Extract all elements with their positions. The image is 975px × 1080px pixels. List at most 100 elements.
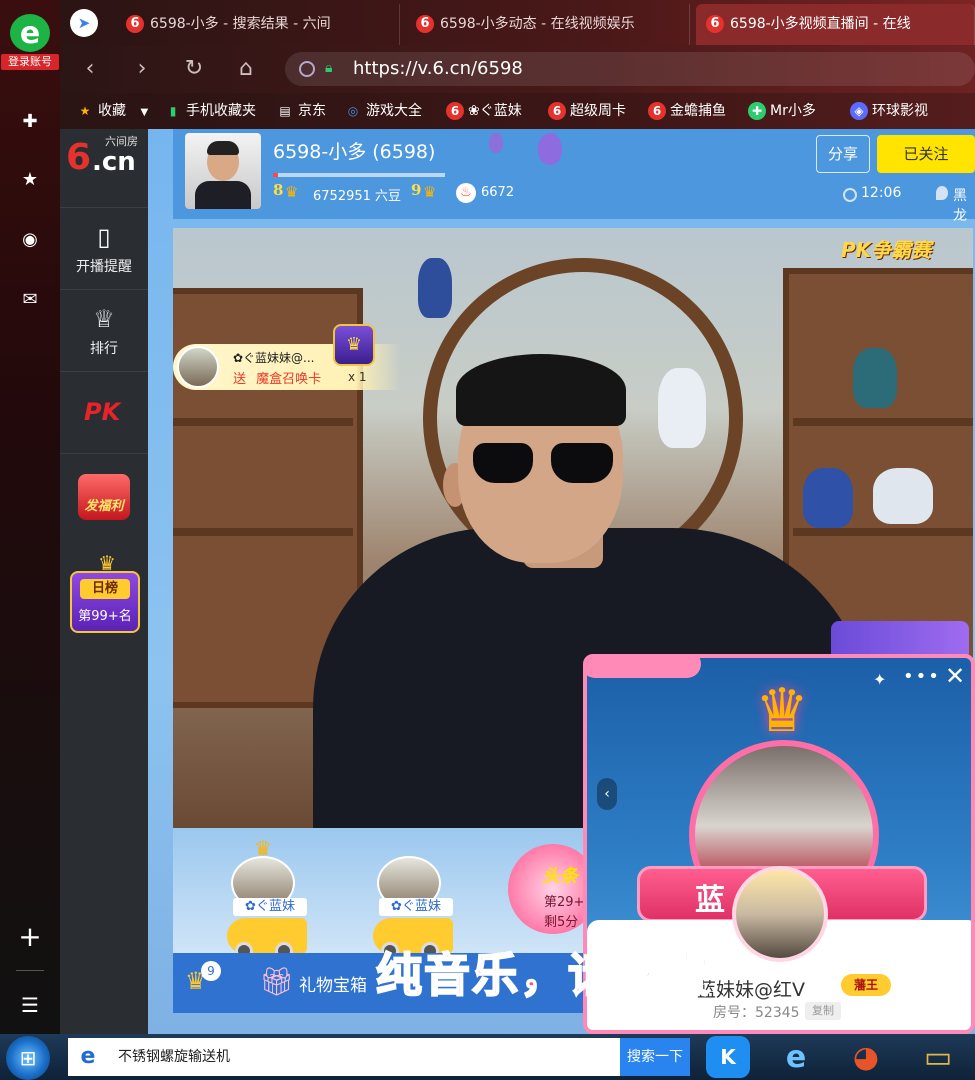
- crown-icon: ♕: [93, 305, 115, 333]
- shelf: [793, 418, 973, 426]
- site-nav: 6 .cn 六间房 ▯ 开播提醒 ♕ 排行 PK 发福利 ♛ 日榜 第99+名: [60, 129, 148, 1034]
- headline-title: 头条: [542, 866, 578, 887]
- browser-logo-icon[interactable]: e: [10, 14, 50, 52]
- tab-search-results[interactable]: 6 6598-小多 - 搜索结果 - 六间: [116, 4, 400, 45]
- bookmark-label: 环球影视: [872, 103, 928, 119]
- nav-label: 开播提醒: [76, 259, 132, 275]
- tab-anchor-feed[interactable]: 6 6598-小多动态 - 在线视频娱乐: [406, 4, 690, 45]
- nav-pk[interactable]: PK: [60, 371, 148, 453]
- tab-strip: ➤ 6 6598-小多 - 搜索结果 - 六间 6 6598-小多动态 - 在线…: [60, 0, 975, 45]
- vase: [853, 348, 897, 408]
- headline-rank: 第29+: [544, 895, 585, 910]
- ribbon-decoration: [587, 658, 701, 678]
- bookmark-fishing[interactable]: 6 金蟾捕鱼: [648, 93, 726, 129]
- tab-label: 6598-小多 - 搜索结果 - 六间: [150, 16, 331, 32]
- pk-logo: PK: [84, 398, 121, 426]
- back-icon[interactable]: ‹: [76, 55, 104, 83]
- tab-live-room[interactable]: 6 6598-小多视频直播间 - 在线: [696, 4, 975, 45]
- share-button[interactable]: 分享: [816, 135, 870, 173]
- daily-rank-card[interactable]: ♛ 日榜 第99+名: [70, 553, 140, 633]
- close-icon[interactable]: ✕: [943, 664, 967, 688]
- six-room-icon: 6: [126, 15, 144, 33]
- site-logo-cn: .cn: [92, 147, 136, 177]
- navigation-arrow-icon[interactable]: ➤: [70, 9, 98, 37]
- bookmark-label: 游戏大全: [366, 103, 422, 119]
- seat-name: ✿ぐ蓝妹: [379, 898, 453, 916]
- crown-icon: ♛: [423, 183, 437, 201]
- anchor-header: 6598-小多 (6598) 8 ♛ 6752951 六豆 9 ♛ ♨ 6672…: [173, 129, 975, 244]
- gift-box-icon: 🎁︎: [259, 965, 295, 998]
- gift-notice: ✿ぐ蓝妹妹@... 送 魔盒召唤卡 ♛ x 1: [173, 324, 401, 390]
- plus-cross-app-icon[interactable]: ✚: [15, 106, 45, 136]
- shelf: [173, 528, 353, 536]
- balloon-decoration: [538, 133, 562, 165]
- nav-live-reminder[interactable]: ▯ 开播提醒: [60, 207, 148, 289]
- user-avatar[interactable]: [732, 866, 828, 962]
- bookmark-mr-xiaoduo[interactable]: ✚ Mr小多: [748, 93, 816, 129]
- gift-box-button[interactable]: 礼物宝箱: [299, 971, 367, 996]
- home-icon[interactable]: ⌂: [232, 55, 260, 83]
- bookmark-mobile[interactable]: ▮ 手机收藏夹: [164, 93, 256, 129]
- seat-slot[interactable]: ♛ ✿ぐ蓝妹: [203, 838, 323, 960]
- chevron-left-icon[interactable]: ‹: [597, 778, 617, 810]
- sender-avatar[interactable]: [177, 346, 219, 388]
- nav-welfare[interactable]: 发福利: [60, 453, 148, 535]
- more-icon[interactable]: •••: [903, 666, 939, 687]
- anchor-name[interactable]: 6598-小多 (6598): [273, 137, 435, 164]
- popularity-count: 6672: [481, 185, 515, 200]
- pk-contest-badge[interactable]: PK争霸赛: [841, 234, 931, 263]
- copy-room-button[interactable]: 复制: [805, 1002, 841, 1020]
- location-icon: [936, 186, 948, 200]
- chevron-down-icon[interactable]: ▼: [140, 107, 148, 118]
- bookmark-weekly-card[interactable]: 6 超级周卡: [548, 93, 626, 129]
- anchor-hair: [456, 354, 626, 426]
- sunglasses-left: [473, 443, 533, 483]
- crown-icon: ♛: [285, 183, 299, 201]
- nav-ranking[interactable]: ♕ 排行: [60, 289, 148, 371]
- address-bar[interactable]: 🔒︎ https://v.6.cn/6598: [285, 52, 975, 86]
- bookmark-favorites[interactable]: ★ 收藏 ▼: [76, 93, 149, 129]
- star-app-icon[interactable]: ★: [15, 164, 45, 194]
- explorer-app-icon[interactable]: ▭: [912, 1036, 964, 1078]
- search-input[interactable]: 不锈钢螺旋输送机: [118, 1038, 230, 1076]
- login-account-button[interactable]: 登录账号: [1, 54, 59, 70]
- gift-box-icon: ♛: [333, 324, 375, 366]
- bookmark-label: 收藏: [98, 103, 126, 119]
- bookmark-jd[interactable]: ▤ 京东: [276, 93, 326, 129]
- sunglasses-right: [551, 443, 613, 483]
- bookmark-lanmei[interactable]: 6 ❀ぐ蓝妹: [446, 93, 522, 129]
- taskbar-search[interactable]: e 不锈钢螺旋输送机: [68, 1038, 620, 1076]
- anchor-beans: 6752951 六豆: [313, 189, 402, 204]
- refresh-icon[interactable]: ↻: [180, 55, 208, 83]
- seat-slot[interactable]: ✿ぐ蓝妹: [349, 838, 469, 960]
- menu-list-icon[interactable]: ☰: [15, 990, 45, 1020]
- bookmark-games[interactable]: ◎ 游戏大全: [344, 93, 422, 129]
- daily-rank-position: 第99+名: [78, 609, 132, 624]
- magic-wand-icon[interactable]: ✦: [873, 670, 891, 689]
- search-button[interactable]: 搜索一下: [620, 1038, 690, 1076]
- ie-icon: e: [80, 1044, 96, 1069]
- bookmark-label: ❀ぐ蓝妹: [468, 103, 522, 119]
- mail-app-icon[interactable]: ✉: [15, 284, 45, 314]
- tab-label: 6598-小多视频直播间 - 在线: [730, 16, 911, 32]
- add-app-icon[interactable]: +: [15, 922, 45, 952]
- bookmark-label: 超级周卡: [570, 103, 626, 119]
- site-logo[interactable]: 6 .cn 六间房: [60, 129, 148, 189]
- ie-app-icon[interactable]: e: [770, 1036, 822, 1078]
- site-logo-six: 6: [66, 137, 92, 178]
- chrome-like-app-icon[interactable]: ◕: [840, 1036, 892, 1078]
- forward-icon[interactable]: ›: [128, 55, 156, 83]
- lock-icon: 🔒︎: [325, 60, 333, 76]
- follow-button[interactable]: 已关注: [877, 135, 975, 173]
- bookmark-global-video[interactable]: ◈ 环球影视: [850, 93, 928, 129]
- badge-count: 9: [201, 961, 221, 981]
- bookmark-label: 金蟾捕鱼: [670, 103, 726, 119]
- kugou-app-icon[interactable]: K: [706, 1036, 750, 1078]
- start-button[interactable]: ⊞: [6, 1036, 50, 1080]
- weibo-app-icon[interactable]: ◉: [15, 224, 45, 254]
- vase: [418, 258, 452, 318]
- anchor-avatar[interactable]: [185, 133, 261, 209]
- shield-icon: [299, 61, 315, 77]
- browser-sidebar: e 登录账号 ✚ ★ ◉ ✉ + ☰: [0, 0, 60, 1034]
- url-text[interactable]: https://v.6.cn/6598: [353, 52, 523, 86]
